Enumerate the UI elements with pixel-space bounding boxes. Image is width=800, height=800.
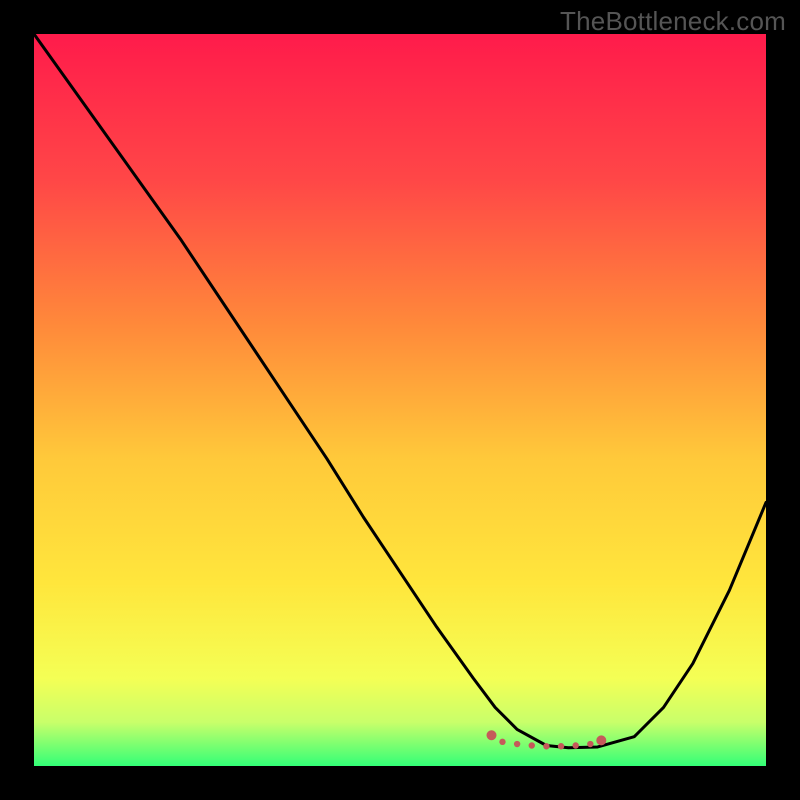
watermark-text: TheBottleneck.com [560,6,786,37]
optimal-dot [529,742,535,748]
optimal-dot [514,741,520,747]
plot-svg [34,34,766,766]
optimal-dot [543,743,549,749]
plot-area [34,34,766,766]
optimal-endpoint [487,730,497,740]
bottleneck-chart-container: TheBottleneck.com [0,0,800,800]
plot-background [34,34,766,766]
optimal-dot [572,742,578,748]
optimal-dot [558,743,564,749]
optimal-dot [587,741,593,747]
optimal-endpoint [596,735,606,745]
optimal-dot [499,739,505,745]
